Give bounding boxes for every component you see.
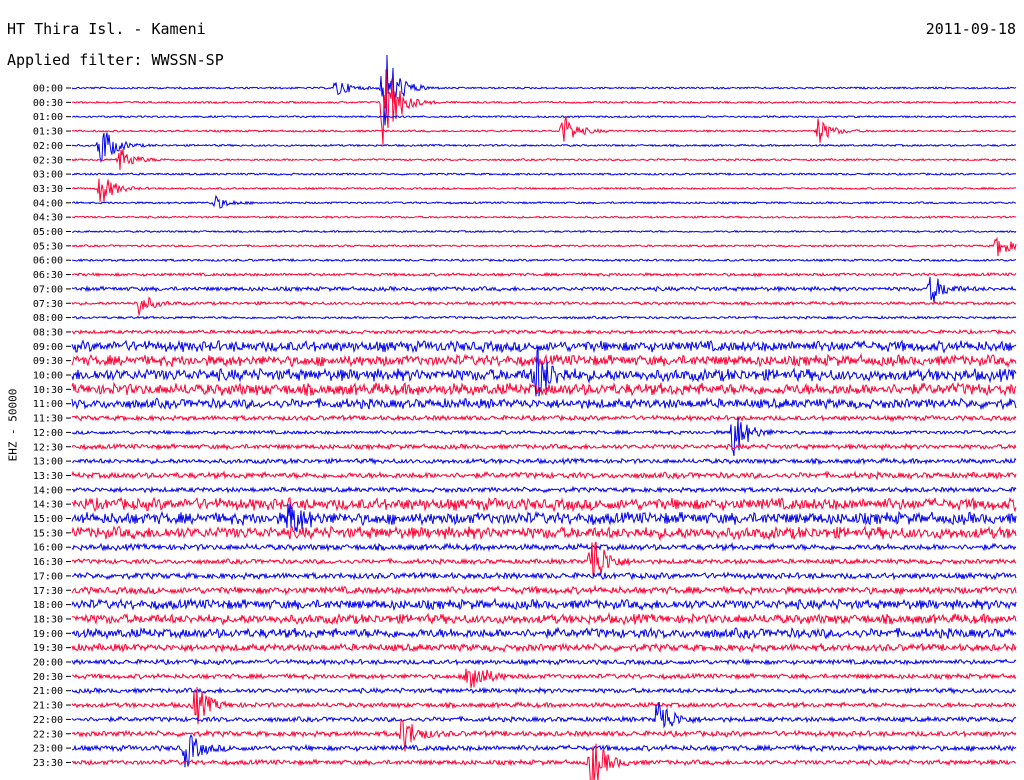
trace-0030 [71, 69, 1017, 146]
row-label-41: 20:30 [33, 672, 63, 683]
trace-2230 [71, 719, 1017, 752]
trace-0800 [71, 315, 1017, 320]
row-label-31: 15:30 [33, 528, 63, 539]
trace-0130 [71, 116, 1017, 143]
trace-0530 [71, 236, 1017, 257]
row-label-21: 10:30 [33, 385, 63, 396]
trace-1930 [71, 642, 1017, 654]
row-label-19: 09:30 [33, 356, 63, 367]
trace-0500 [72, 229, 1017, 234]
trace-1200 [71, 417, 1017, 457]
trace-0600 [71, 258, 1017, 263]
row-label-40: 20:00 [33, 658, 63, 669]
row-label-2: 01:00 [33, 112, 63, 123]
row-label-0: 00:00 [33, 84, 63, 95]
row-label-16: 08:00 [33, 313, 63, 324]
row-label-34: 17:00 [33, 571, 63, 582]
row-label-46: 23:00 [33, 744, 63, 755]
trace-1500 [71, 503, 1017, 533]
trace-1600 [71, 541, 1017, 553]
row-label-28: 14:00 [33, 485, 63, 496]
trace-1330 [71, 470, 1017, 481]
row-label-30: 15:00 [33, 514, 63, 525]
trace-0430 [71, 215, 1017, 220]
row-label-25: 12:30 [33, 442, 63, 453]
trace-0630 [71, 271, 1017, 278]
row-label-36: 18:00 [33, 600, 63, 611]
trace-0830 [71, 328, 1017, 336]
seismogram-plot: 00:00 00:30 01:00 01:30 02:00 02:30 03:00 03:30… [33, 54, 1017, 780]
trace-0200 [71, 132, 1017, 164]
trace-0100 [71, 114, 1017, 119]
row-label-23: 11:30 [33, 414, 63, 425]
trace-1730 [71, 584, 1017, 596]
row-label-4: 02:00 [33, 141, 63, 152]
trace-1100 [71, 397, 1017, 411]
row-label-43: 21:30 [33, 701, 63, 712]
row-label-10: 05:00 [33, 227, 63, 238]
trace-1800 [71, 597, 1017, 612]
trace-0700 [71, 276, 1017, 303]
row-label-13: 06:30 [33, 270, 63, 281]
trace-1130 [71, 414, 1017, 423]
row-label-42: 21:00 [33, 686, 63, 697]
trace-2000 [71, 657, 1017, 667]
row-label-6: 03:00 [33, 170, 63, 181]
trace-1830 [71, 611, 1017, 626]
row-label-20: 10:00 [33, 371, 63, 382]
row-label-26: 13:00 [33, 457, 63, 468]
row-label-15: 07:30 [33, 299, 63, 310]
row-label-14: 07:00 [33, 284, 63, 295]
row-label-3: 01:30 [33, 127, 63, 138]
trace-1300 [72, 456, 1017, 466]
row-label-24: 12:00 [33, 428, 63, 439]
row-label-1: 00:30 [33, 98, 63, 109]
trace-1700 [71, 571, 1017, 581]
row-label-8: 04:00 [33, 198, 63, 209]
trace-2030 [71, 668, 1017, 688]
row-label-37: 18:30 [33, 614, 63, 625]
trace-1900 [71, 626, 1017, 640]
row-label-18: 09:00 [33, 342, 63, 353]
trace-0400 [71, 194, 1017, 209]
row-label-22: 11:00 [33, 399, 63, 410]
trace-1030 [71, 381, 1017, 397]
trace-0000 [71, 54, 1017, 126]
trace-0300 [71, 172, 1017, 177]
trace-0930 [71, 352, 1017, 369]
row-label-45: 22:30 [33, 729, 63, 740]
trace-2100 [71, 686, 1017, 696]
row-label-12: 06:00 [33, 256, 63, 267]
row-label-9: 04:30 [33, 213, 63, 224]
trace-1230 [71, 442, 1017, 452]
trace-0230 [71, 149, 1017, 170]
trace-1530 [71, 524, 1017, 542]
row-label-47: 23:30 [33, 758, 63, 769]
trace-0330 [71, 178, 1017, 203]
row-label-35: 17:30 [33, 586, 63, 597]
row-label-7: 03:30 [33, 184, 63, 195]
trace-0900 [71, 339, 1017, 354]
trace-1430 [71, 496, 1017, 513]
trace-1400 [71, 485, 1017, 494]
row-label-11: 05:30 [33, 241, 63, 252]
row-label-29: 14:30 [33, 500, 63, 511]
row-label-44: 22:00 [33, 715, 63, 726]
row-label-27: 13:30 [33, 471, 63, 482]
row-label-5: 02:30 [33, 155, 63, 166]
row-label-17: 08:30 [33, 327, 63, 338]
row-label-32: 16:00 [33, 543, 63, 554]
row-label-39: 19:30 [33, 643, 63, 654]
row-label-38: 19:00 [33, 629, 63, 640]
row-label-33: 16:30 [33, 557, 63, 568]
trace-0730 [71, 296, 1017, 316]
